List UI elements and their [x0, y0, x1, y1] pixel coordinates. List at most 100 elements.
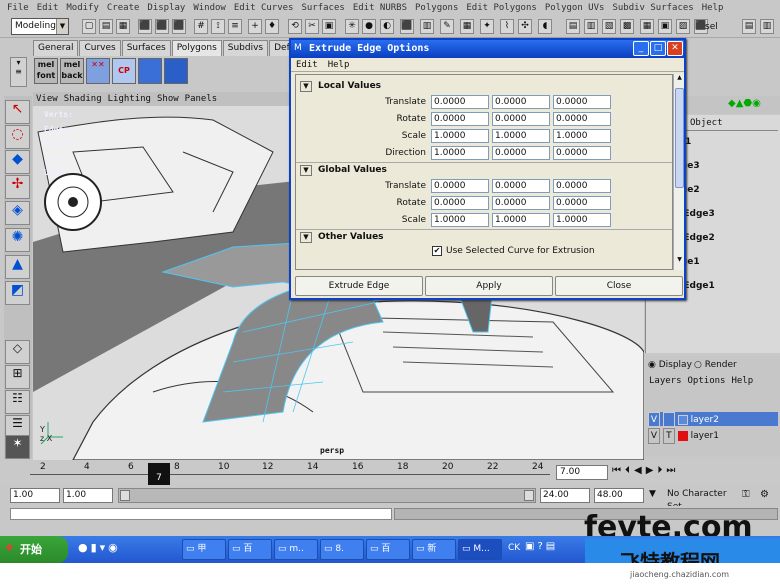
layer-icons[interactable]: ◆▲⬣◉: [728, 98, 761, 109]
viewport-menu-shading[interactable]: Shading: [61, 92, 105, 106]
dialog-scrollbar[interactable]: ▲ ▼: [673, 74, 684, 270]
viewport-menu-view[interactable]: View: [33, 92, 61, 106]
scale-tool-icon[interactable]: ✺: [5, 228, 30, 252]
taskbar-item[interactable]: ▭ 8.: [320, 539, 364, 560]
history-icon[interactable]: ⟲: [288, 19, 302, 34]
shelf-button-mel-font[interactable]: mel font: [34, 58, 58, 84]
layer-color-swatch[interactable]: [677, 414, 688, 425]
global-translate-y[interactable]: 0.0000: [492, 179, 550, 193]
menu-modify[interactable]: Modify: [62, 0, 103, 16]
local-translate-z[interactable]: 0.0000: [553, 95, 611, 109]
playback-end-field[interactable]: 24.00: [540, 488, 590, 503]
layer-menu-layers[interactable]: Layers: [649, 376, 682, 386]
range-handle-right[interactable]: [524, 490, 534, 501]
close-icon[interactable]: ✕: [667, 41, 683, 56]
shelf-tab-polygons[interactable]: Polygons: [171, 40, 222, 56]
dialog-menu-edit[interactable]: Edit: [291, 58, 323, 71]
ipr-icon[interactable]: ▣: [322, 19, 336, 34]
manipulator-tool-icon[interactable]: ▲: [5, 255, 30, 279]
local-translate-y[interactable]: 0.0000: [492, 95, 550, 109]
snap-curve-icon[interactable]: ⟟: [211, 19, 225, 34]
render-view-icon[interactable]: ▤: [566, 19, 580, 34]
end-time-field[interactable]: 48.00: [594, 488, 644, 503]
menu-edit-polygons[interactable]: Edit Polygons: [462, 0, 540, 16]
chevron-down-icon[interactable]: ▼: [56, 19, 68, 34]
minimize-icon[interactable]: _: [633, 41, 649, 56]
render-radio[interactable]: ○ Render: [694, 360, 737, 370]
start-time-field[interactable]: 1.00: [10, 488, 60, 503]
construct-icon[interactable]: ◐: [380, 19, 394, 34]
menu-edit-curves[interactable]: Edit Curves: [230, 0, 298, 16]
layer-row-layer2[interactable]: V layer2: [648, 412, 778, 428]
scroll-up-icon[interactable]: ▲: [675, 74, 684, 84]
menu-subdiv-surfaces[interactable]: Subdiv Surfaces: [608, 0, 697, 16]
shelf-button-cube-icon[interactable]: [138, 58, 162, 84]
mel-input[interactable]: [10, 508, 392, 520]
character-set-field[interactable]: No Character Set: [665, 488, 737, 512]
scroll-thumb[interactable]: [675, 88, 684, 188]
preferences-icon[interactable]: ⚙: [760, 489, 769, 500]
light-icon[interactable]: ✦: [480, 19, 494, 34]
hypershade-icon[interactable]: ▧: [602, 19, 616, 34]
select-hierarchy-icon[interactable]: ⬛: [138, 19, 152, 34]
current-frame-marker[interactable]: 7: [148, 463, 170, 485]
menu-polygons[interactable]: Polygons: [411, 0, 462, 16]
new-scene-icon[interactable]: ▢: [82, 19, 96, 34]
select-object-icon[interactable]: ⬛: [155, 19, 169, 34]
move-tool-icon[interactable]: ✢: [5, 175, 30, 199]
globe-icon[interactable]: ●: [362, 19, 376, 34]
use-curve-checkbox[interactable]: ✔: [432, 246, 442, 256]
taskbar-item[interactable]: ▭ m..: [274, 539, 318, 560]
ipr-render-icon[interactable]: ▣: [658, 19, 672, 34]
local-rotate-y[interactable]: 0.0000: [492, 112, 550, 126]
layer-color-swatch[interactable]: [677, 430, 688, 441]
grid-icon[interactable]: ▦: [640, 19, 654, 34]
layer-menu-options[interactable]: Options: [688, 376, 726, 386]
local-translate-x[interactable]: 0.0000: [431, 95, 489, 109]
single-view-icon[interactable]: ◇: [5, 340, 30, 364]
taskbar-item[interactable]: ▭ 百: [366, 539, 410, 560]
range-handle-left[interactable]: [120, 490, 130, 501]
layer-row-layer1[interactable]: V T layer1: [648, 428, 778, 444]
playback-controls[interactable]: ⏮⏴◀▶⏵⏭: [612, 465, 679, 476]
snap-grid-icon[interactable]: #: [194, 19, 208, 34]
taskbar-item[interactable]: ▭ 百: [228, 539, 272, 560]
select-component-icon[interactable]: ⬛: [172, 19, 186, 34]
render-icon[interactable]: ✂: [305, 19, 319, 34]
key-icon[interactable]: ⚿: [742, 489, 750, 500]
shelf-tab-subdivs[interactable]: Subdivs: [222, 40, 269, 56]
snap-plus-icon[interactable]: +: [248, 19, 262, 34]
shelf-button-cylinder-icon[interactable]: [164, 58, 188, 84]
local-direction-z[interactable]: 0.0000: [553, 146, 611, 160]
dialog-menu-help[interactable]: Help: [323, 58, 355, 71]
render-scene-icon[interactable]: ▩: [620, 19, 634, 34]
hypershade-view-icon[interactable]: ✶: [5, 435, 30, 459]
selection-mask-icon[interactable]: ▨: [676, 19, 690, 34]
paint-select-tool-icon[interactable]: ◆: [5, 150, 30, 174]
local-direction-y[interactable]: 0.0000: [492, 146, 550, 160]
global-rotate-z[interactable]: 0.0000: [553, 196, 611, 210]
menu-edit[interactable]: Edit: [33, 0, 63, 16]
local-scale-y[interactable]: 1.0000: [492, 129, 550, 143]
scroll-down-icon[interactable]: ▼: [675, 256, 684, 266]
attribute-editor-icon[interactable]: ▥: [760, 19, 774, 34]
outliner-view-icon[interactable]: ☷: [5, 390, 30, 414]
menu-window[interactable]: Window: [189, 0, 230, 16]
four-view-icon[interactable]: ⊞: [5, 365, 30, 389]
shading-icon[interactable]: ▥: [420, 19, 434, 34]
global-scale-x[interactable]: 1.0000: [431, 213, 489, 227]
lasso-tool-icon[interactable]: ◌: [5, 125, 30, 149]
local-rotate-x[interactable]: 0.0000: [431, 112, 489, 126]
menu-surfaces[interactable]: Surfaces: [297, 0, 348, 16]
shelf-tab-surfaces[interactable]: Surfaces: [121, 40, 171, 56]
brush-icon[interactable]: ⌇: [500, 19, 514, 34]
last-tool-icon[interactable]: ◩: [5, 281, 30, 305]
paint-icon[interactable]: ✎: [440, 19, 454, 34]
tray-icons[interactable]: ▣?▤: [525, 541, 558, 552]
local-rotate-z[interactable]: 0.0000: [553, 112, 611, 126]
quicklaunch-icons[interactable]: ●▮▾◉: [78, 541, 121, 554]
viewport-menu-lighting[interactable]: Lighting: [105, 92, 154, 106]
camera-icon[interactable]: ▦: [460, 19, 474, 34]
save-scene-icon[interactable]: ▦: [116, 19, 130, 34]
magnet-icon[interactable]: ◖: [538, 19, 552, 34]
